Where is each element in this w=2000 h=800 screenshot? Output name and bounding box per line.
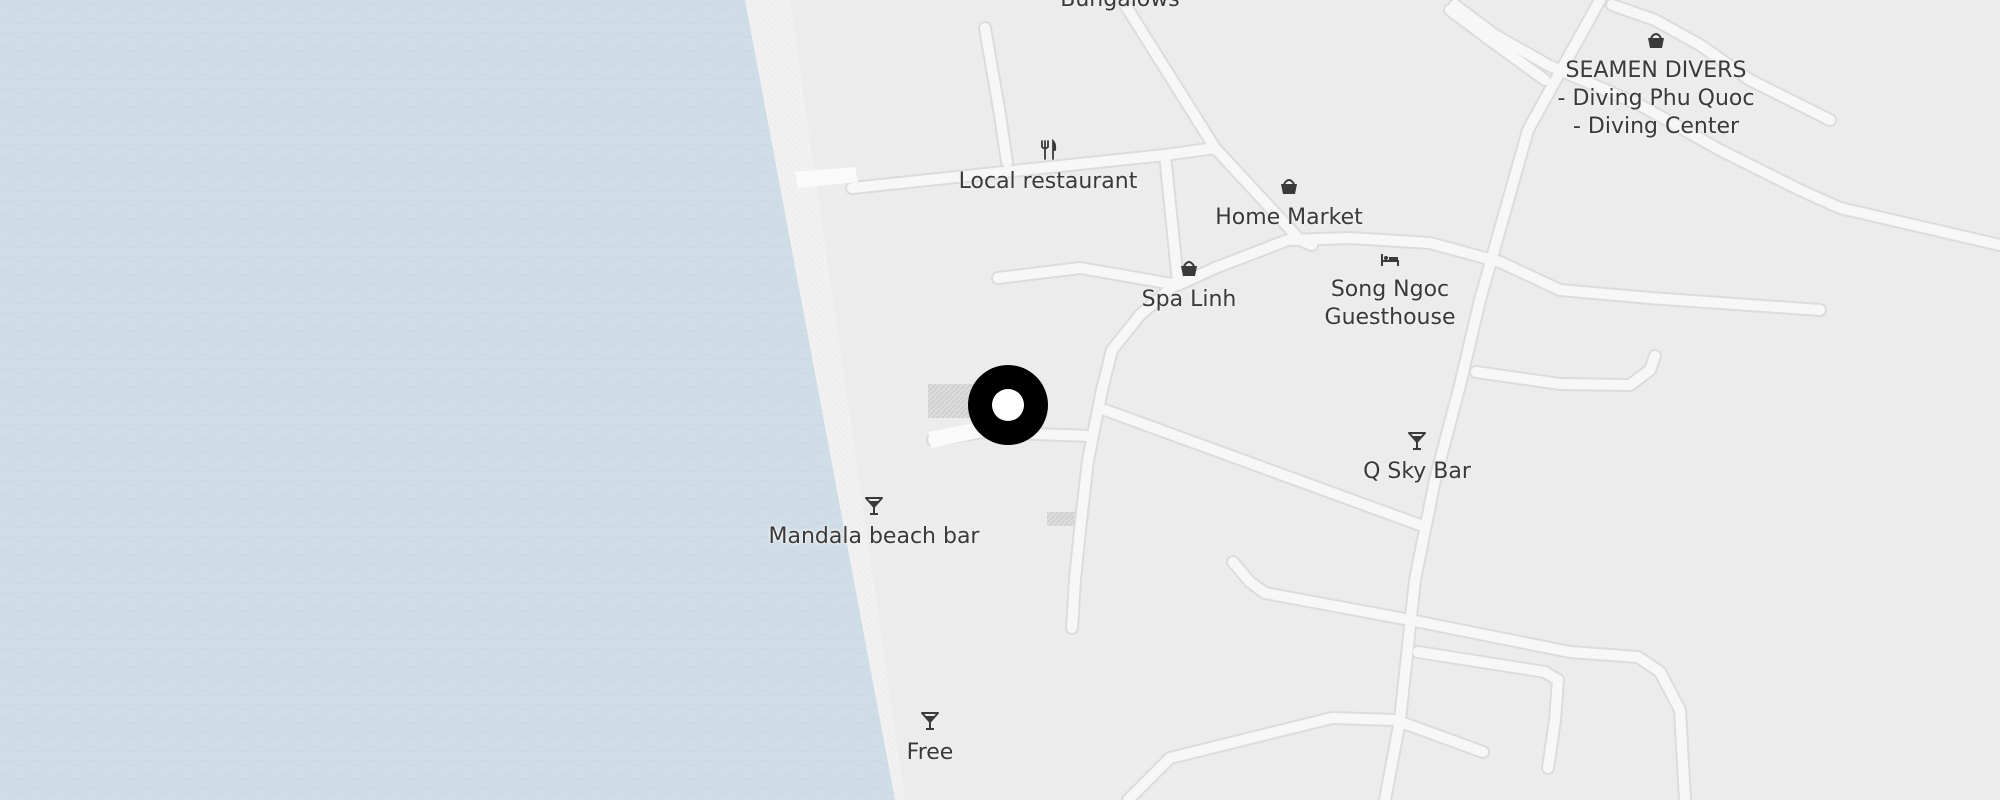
poi-label-q-sky-bar[interactable]: Q Sky Bar (1363, 458, 1471, 486)
poi-label-local-restaurant[interactable]: Local restaurant (959, 168, 1138, 196)
poi-label-free[interactable]: Free (907, 739, 954, 767)
shopping-basket-icon[interactable] (1278, 175, 1300, 197)
shopping-basket-icon[interactable] (1178, 257, 1200, 279)
sea-texture (0, 0, 895, 800)
poi-label-song-ngoc-guesthouse[interactable]: Song Ngoc Guesthouse (1325, 276, 1456, 332)
poi-label-home-market[interactable]: Home Market (1215, 204, 1363, 232)
poi-label-mandala-beach-bar[interactable]: Mandala beach bar (769, 523, 980, 551)
cocktail-glass-icon[interactable] (863, 495, 885, 517)
location-pin-icon[interactable] (968, 365, 1048, 445)
poi-label-seamen-divers[interactable]: SEAMEN DIVERS - Diving Phu Quoc - Diving… (1558, 57, 1755, 141)
bed-icon[interactable] (1379, 249, 1401, 271)
shopping-basket-icon[interactable] (1645, 29, 1667, 51)
poi-label-spa-linh[interactable]: Spa Linh (1142, 286, 1237, 314)
fork-knife-icon[interactable] (1037, 139, 1059, 161)
pin-center-dot (992, 389, 1024, 421)
cocktail-glass-icon[interactable] (1406, 430, 1428, 452)
poi-label-bungalows[interactable]: Bungalows (1060, 0, 1179, 14)
building-footprint (1047, 512, 1077, 526)
cocktail-glass-icon[interactable] (919, 710, 941, 732)
